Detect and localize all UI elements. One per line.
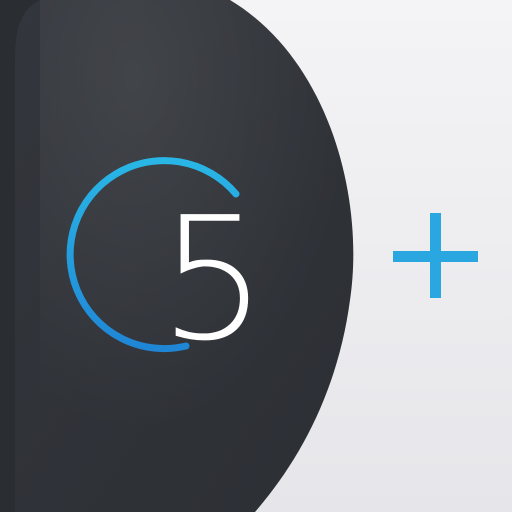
app-icon: 5 <box>0 0 512 512</box>
app-icon-artwork: 5 <box>0 0 512 512</box>
digit-five: 5 <box>159 181 267 379</box>
